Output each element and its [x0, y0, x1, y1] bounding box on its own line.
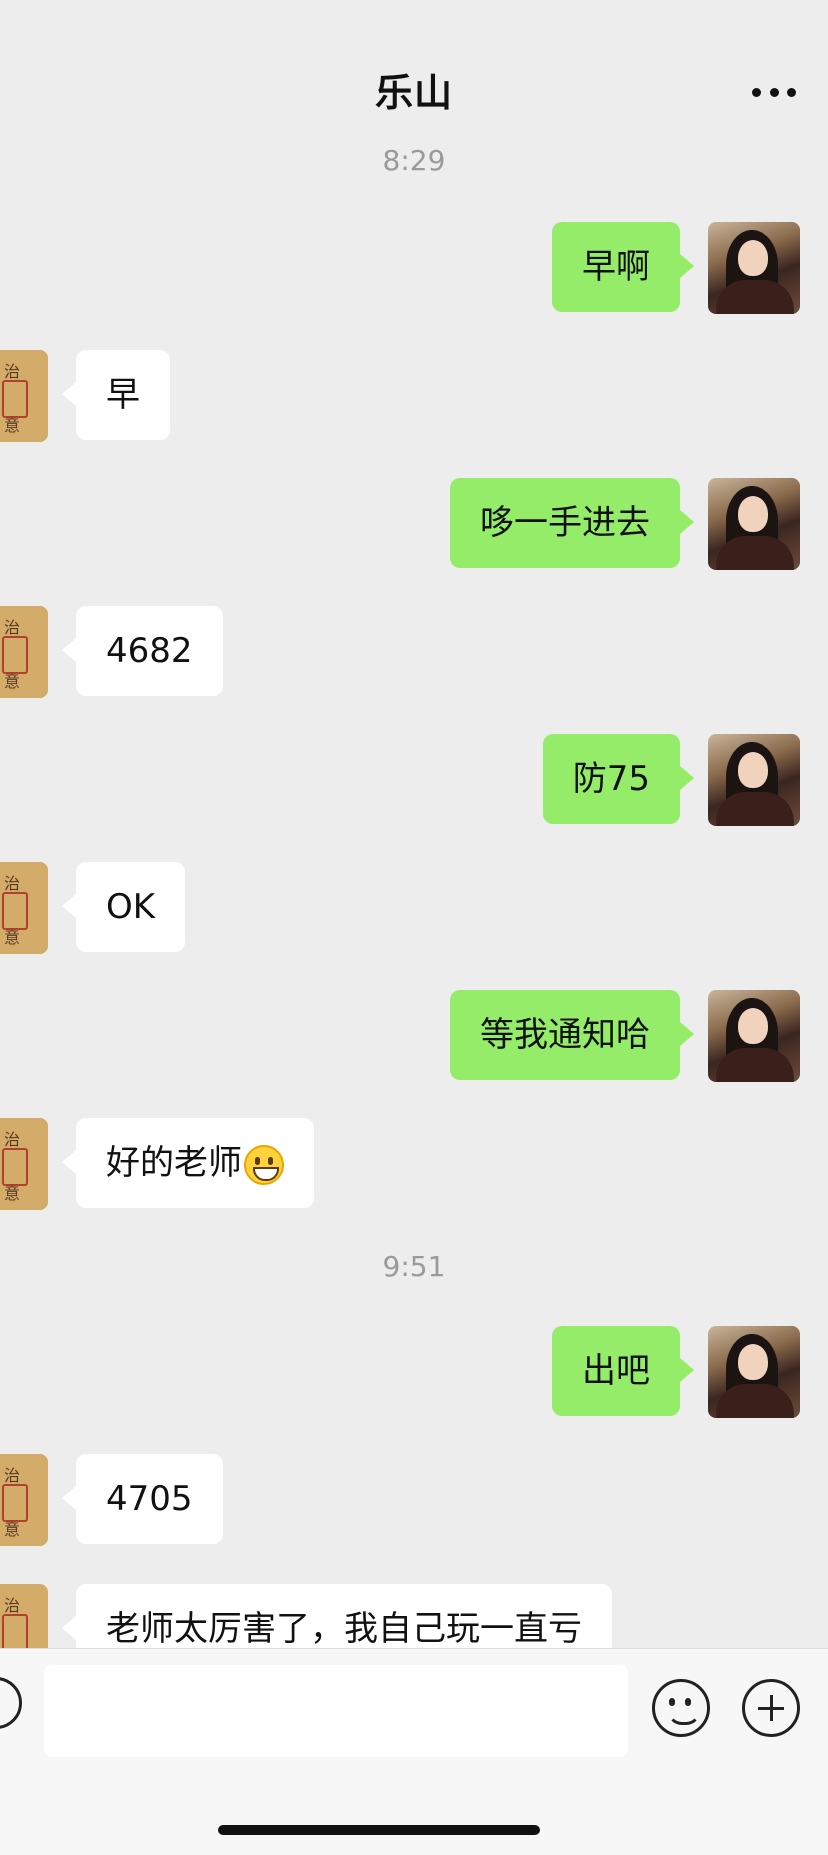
message-bubble-outgoing[interactable]: 哆一手进去 [450, 478, 694, 568]
message-bubble-incoming[interactable]: 4682 [62, 606, 223, 696]
chat-header: 乐山 [0, 0, 828, 142]
my-avatar[interactable] [708, 222, 800, 314]
input-bar [0, 1648, 828, 1855]
message-bubble-outgoing[interactable]: 等我通知哈 [450, 990, 694, 1080]
contact-avatar[interactable]: 治意 [0, 1118, 48, 1210]
message-input[interactable] [44, 1665, 628, 1757]
my-avatar[interactable] [708, 990, 800, 1082]
more-icon[interactable] [752, 82, 796, 102]
message-bubble-incoming[interactable]: 老师太厉害了，我自己玩一直亏 [62, 1584, 612, 1648]
home-indicator[interactable] [218, 1825, 540, 1835]
my-avatar[interactable] [708, 478, 800, 570]
message-bubble-incoming[interactable]: 早 [62, 350, 170, 440]
message-bubble-outgoing[interactable]: 防75 [542, 734, 695, 824]
message-bubble-outgoing[interactable]: 早啊 [552, 222, 694, 312]
contact-avatar[interactable]: 治意 [0, 1584, 48, 1648]
timestamp: 9:51 [382, 1250, 446, 1283]
chat-title: 乐山 [374, 71, 453, 115]
message-bubble-outgoing[interactable]: 出吧 [552, 1326, 694, 1416]
timestamp: 8:29 [382, 144, 446, 177]
contact-avatar[interactable]: 治意 [0, 606, 48, 698]
my-avatar[interactable] [708, 1326, 800, 1418]
message-bubble-incoming[interactable]: 好的老师 [62, 1118, 314, 1208]
contact-avatar[interactable]: 治意 [0, 350, 48, 442]
chat-area[interactable]: 8:29 早啊 治意 早 哆一手进去 治意 4682 防75 治意 OK 等我通… [0, 0, 828, 1648]
emoji-icon[interactable] [652, 1679, 710, 1737]
message-text: 好的老师 [106, 1143, 242, 1183]
contact-avatar[interactable]: 治意 [0, 862, 48, 954]
grinning-face-icon [244, 1144, 284, 1185]
my-avatar[interactable] [708, 734, 800, 826]
message-bubble-incoming[interactable]: 4705 [62, 1454, 223, 1544]
voice-icon[interactable] [0, 1677, 22, 1729]
message-bubble-incoming[interactable]: OK [61, 862, 186, 952]
plus-icon[interactable] [742, 1679, 800, 1737]
contact-avatar[interactable]: 治意 [0, 1454, 48, 1546]
